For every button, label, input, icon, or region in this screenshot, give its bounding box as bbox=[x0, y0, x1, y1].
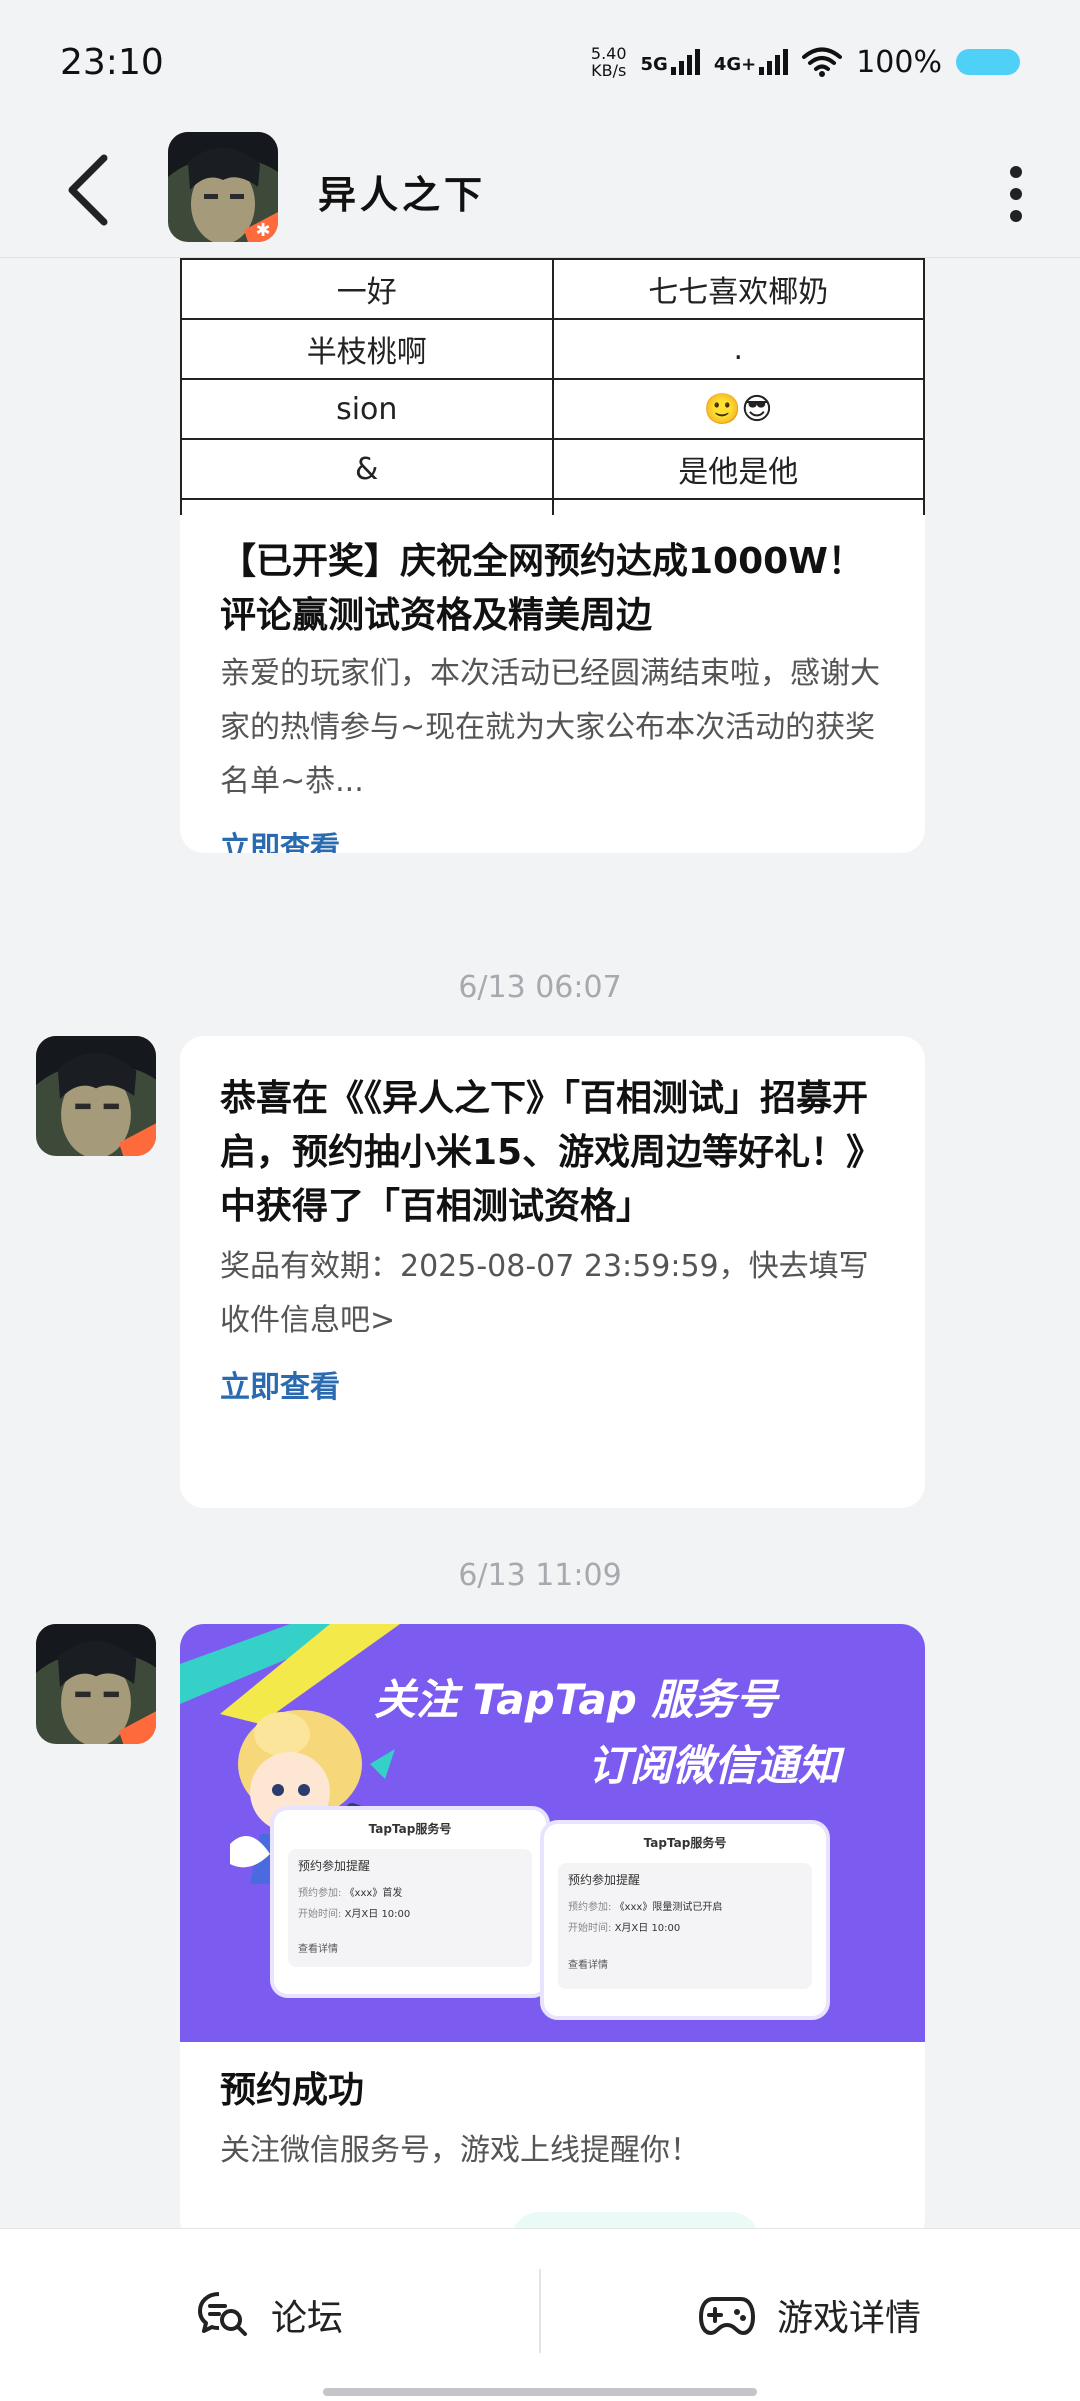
game-details-tab-label: 游戏详情 bbox=[776, 2298, 921, 2339]
table-cell: 🙂😎 bbox=[551, 378, 925, 440]
game-avatar[interactable]: ✱ bbox=[168, 132, 278, 242]
home-indicator[interactable] bbox=[323, 2388, 757, 2396]
message-body: 亲爱的玩家们，本次活动已经圆满结束啦，感谢大家的热情参与~现在就为大家公布本次活… bbox=[220, 656, 880, 799]
table-cell: . bbox=[551, 318, 925, 380]
view-now-link[interactable]: 立即查看 bbox=[220, 831, 340, 853]
net-speed: 5.40 KB/s bbox=[591, 45, 627, 79]
message-body: 奖品有效期：2025-08-07 23:59:59，快去填写收件信息吧> bbox=[220, 1249, 869, 1338]
table-cell: sion bbox=[180, 378, 554, 440]
back-button[interactable] bbox=[62, 152, 122, 228]
mock-header: TapTap服务号 bbox=[368, 1822, 452, 1836]
wifi-icon bbox=[802, 47, 843, 77]
table-cell: 七七喜欢椰奶 bbox=[551, 258, 925, 320]
forum-tab-label: 论坛 bbox=[270, 2298, 343, 2339]
view-now-link[interactable]: 立即查看 bbox=[220, 1370, 340, 1405]
mock-notification-left: TapTap服务号 预约参加提醒 预约参加: 《xxx》首发 开始时间: X月X… bbox=[270, 1806, 550, 1998]
mock-footer: 查看详情 bbox=[568, 1960, 608, 1971]
signal-4g-icon: 4G+ bbox=[713, 49, 789, 75]
table-cell: & bbox=[180, 438, 554, 500]
message-title: 恭喜在《《异人之下》「百相测试」招募开启，预约抽小米15、游戏周边等好礼！》中获… bbox=[220, 1078, 883, 1227]
table-row: sion 🙂😎 bbox=[180, 378, 925, 440]
table-row: & 是他是他 bbox=[180, 438, 925, 500]
mock-value: 《xxx》首发 bbox=[344, 1888, 403, 1899]
signal-5g-icon: 5G bbox=[641, 49, 700, 75]
message-card[interactable]: 关注 TapTap 服务号 订阅微信通知 TapTap服务号 预约参加提醒 预约… bbox=[180, 1624, 925, 2228]
signal-5g-label: 5G bbox=[640, 54, 668, 75]
follow-button-partial[interactable] bbox=[510, 2212, 760, 2228]
sender-avatar[interactable] bbox=[36, 1036, 156, 1156]
game-details-tab[interactable]: 游戏详情 bbox=[540, 2229, 1080, 2401]
status-time: 23:10 bbox=[60, 41, 164, 83]
status-bar: 23:10 5.40 KB/s 5G 4G+ 100% bbox=[0, 0, 1080, 124]
banner-headline-2: 订阅微信通知 bbox=[588, 1741, 841, 1790]
message-title: 预约成功 bbox=[220, 2070, 365, 2111]
message-list[interactable]: 一好七七喜欢椰奶半枝桃啊.sion🙂😎&是他是他陈长生iqyixl 【已开奖】庆… bbox=[0, 258, 1080, 2228]
more-button[interactable] bbox=[1004, 160, 1028, 222]
app-header: ✱ 异人之下 bbox=[0, 124, 1080, 258]
net-speed-unit: KB/s bbox=[591, 61, 627, 80]
promo-banner[interactable]: 关注 TapTap 服务号 订阅微信通知 TapTap服务号 预约参加提醒 预约… bbox=[180, 1624, 925, 2042]
svg-text:✱: ✱ bbox=[255, 220, 270, 241]
message-card[interactable]: 【已开奖】庆祝全网预约达成1000W！评论赢测试资格及精美周边 亲爱的玩家们，本… bbox=[180, 515, 925, 853]
mock-value: X月X日 10:00 bbox=[344, 1909, 411, 1920]
status-icons: 5.40 KB/s 5G 4G+ 100% bbox=[591, 45, 1020, 80]
battery-percent: 100% bbox=[856, 44, 942, 80]
timestamp: 6/13 06:07 bbox=[458, 970, 622, 1005]
bottom-bar: 论坛 游戏详情 bbox=[0, 2228, 1080, 2401]
message-title: 【已开奖】庆祝全网预约达成1000W！评论赢测试资格及精美周边 bbox=[220, 541, 864, 636]
table-cell: 半枝桃啊 bbox=[180, 318, 554, 380]
timestamp: 6/13 11:09 bbox=[458, 1558, 622, 1593]
chat-search-icon bbox=[197, 2292, 247, 2336]
mock-notification-right: TapTap服务号 预约参加提醒 预约参加: 《xxx》限量测试已开启 开始时间… bbox=[540, 1820, 830, 2020]
mock-title: 预约参加提醒 bbox=[298, 1859, 371, 1873]
message-card[interactable]: 恭喜在《《异人之下》「百相测试」招募开启，预约抽小米15、游戏周边等好礼！》中获… bbox=[180, 1036, 925, 1508]
mock-value: X月X日 10:00 bbox=[614, 1923, 681, 1934]
mock-label: 开始时间: bbox=[568, 1923, 612, 1934]
mock-title: 预约参加提醒 bbox=[568, 1873, 641, 1887]
page-title: 异人之下 bbox=[318, 173, 487, 217]
banner-headline-1: 关注 TapTap 服务号 bbox=[374, 1675, 778, 1724]
net-speed-value: 5.40 bbox=[590, 44, 627, 63]
mock-header: TapTap服务号 bbox=[643, 1836, 727, 1850]
more-vertical-icon bbox=[1004, 166, 1028, 222]
table-cell: 是他是他 bbox=[551, 438, 925, 500]
table-cell: 一好 bbox=[180, 258, 554, 320]
battery-icon bbox=[956, 49, 1020, 75]
table-row: 半枝桃啊. bbox=[180, 318, 925, 380]
mock-footer: 查看详情 bbox=[298, 1944, 338, 1955]
message-body: 关注微信服务号，游戏上线提醒你！ bbox=[220, 2133, 700, 2168]
forum-tab[interactable]: 论坛 bbox=[0, 2229, 540, 2401]
mock-value: 《xxx》限量测试已开启 bbox=[614, 1902, 723, 1913]
mock-label: 开始时间: bbox=[298, 1909, 342, 1920]
gamepad-icon bbox=[698, 2297, 755, 2335]
signal-4g-label: 4G+ bbox=[713, 54, 757, 75]
mock-label: 预约参加: bbox=[298, 1888, 342, 1899]
chevron-left-icon bbox=[68, 154, 108, 226]
mock-label: 预约参加: bbox=[568, 1902, 612, 1913]
sender-avatar[interactable] bbox=[36, 1624, 156, 1744]
table-row: 一好 七七喜欢椰奶 bbox=[180, 258, 925, 320]
